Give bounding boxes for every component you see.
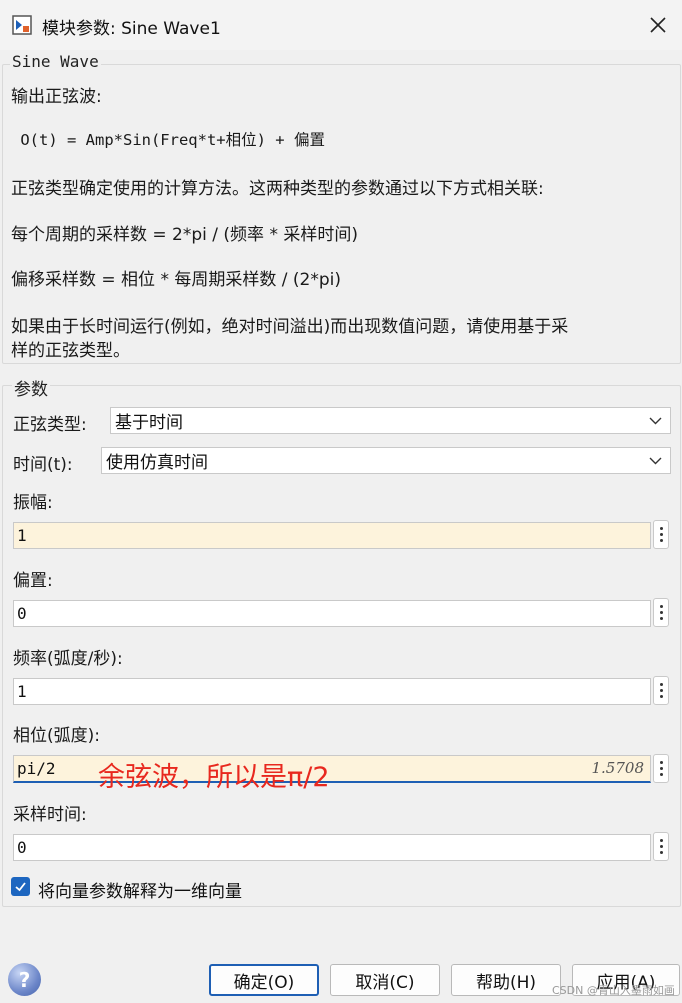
time-value: 使用仿真时间 [106, 453, 208, 473]
amplitude-field[interactable]: 1 [13, 522, 651, 549]
frequency-label: 频率(弧度/秒): [13, 649, 123, 669]
sample-time-label: 采样时间: [13, 805, 87, 825]
sine-type-value: 基于时间 [115, 413, 183, 433]
time-select[interactable]: 使用仿真时间 [101, 447, 671, 474]
checkmark-icon [15, 882, 26, 892]
formula-line: O(t) = Amp*Sin(Freq*t+相位) + 偏置 [11, 131, 325, 149]
window-title: 模块参数: Sine Wave1 [42, 19, 221, 39]
amplitude-value: 1 [17, 526, 27, 545]
description-line: 样的正弦类型。 [11, 341, 130, 361]
frequency-field[interactable]: 1 [13, 678, 651, 705]
help-button[interactable]: 帮助(H) [451, 964, 561, 996]
description-legend: Sine Wave [10, 52, 101, 71]
phase-value: pi/2 [17, 759, 56, 778]
bias-options-button[interactable] [653, 598, 669, 627]
sine-type-select[interactable]: 基于时间 [110, 407, 671, 434]
samples-per-period-line: 每个周期的采样数 = 2*pi / (频率 * 采样时间) [11, 225, 358, 245]
description-line: 输出正弦波: [11, 87, 102, 107]
bias-field[interactable]: 0 [13, 600, 651, 627]
phase-evaluated-value: 1.5708 [591, 759, 644, 777]
chevron-down-icon [649, 457, 662, 465]
help-icon[interactable]: ? [8, 963, 41, 996]
annotation-text: 余弦波，所以是π/2 [98, 762, 330, 793]
vector-params-label: 将向量参数解释为一维向量 [38, 882, 242, 902]
amplitude-options-button[interactable] [653, 520, 669, 549]
frequency-options-button[interactable] [653, 676, 669, 705]
watermark: CSDN @青山入墨雨如画 [552, 984, 675, 997]
time-label: 时间(t): [13, 455, 73, 475]
bias-label: 偏置: [13, 571, 53, 591]
title-bar: 模块参数: Sine Wave1 [0, 0, 682, 50]
sample-time-value: 0 [17, 838, 27, 857]
offset-samples-line: 偏移采样数 = 相位 * 每周期采样数 / (2*pi) [11, 270, 341, 290]
description-line: 如果由于长时间运行(例如，绝对时间溢出)而出现数值问题，请使用基于采 [11, 317, 569, 337]
simulink-block-icon [12, 15, 32, 35]
phase-options-button[interactable] [653, 754, 669, 783]
parameters-legend: 参数 [12, 375, 50, 400]
sample-time-field[interactable]: 0 [13, 834, 651, 861]
frequency-value: 1 [17, 682, 27, 701]
close-icon [650, 17, 666, 33]
close-button[interactable] [644, 11, 672, 39]
vector-params-checkbox[interactable] [11, 877, 30, 896]
sample-time-options-button[interactable] [653, 832, 669, 861]
phase-label: 相位(弧度): [13, 726, 100, 746]
ok-button[interactable]: 确定(O) [209, 964, 319, 996]
amplitude-label: 振幅: [13, 493, 53, 513]
chevron-down-icon [649, 417, 662, 425]
cancel-button[interactable]: 取消(C) [330, 964, 440, 996]
bias-value: 0 [17, 604, 27, 623]
sine-type-label: 正弦类型: [13, 415, 87, 435]
description-line: 正弦类型确定使用的计算方法。这两种类型的参数通过以下方式相关联: [11, 179, 544, 199]
